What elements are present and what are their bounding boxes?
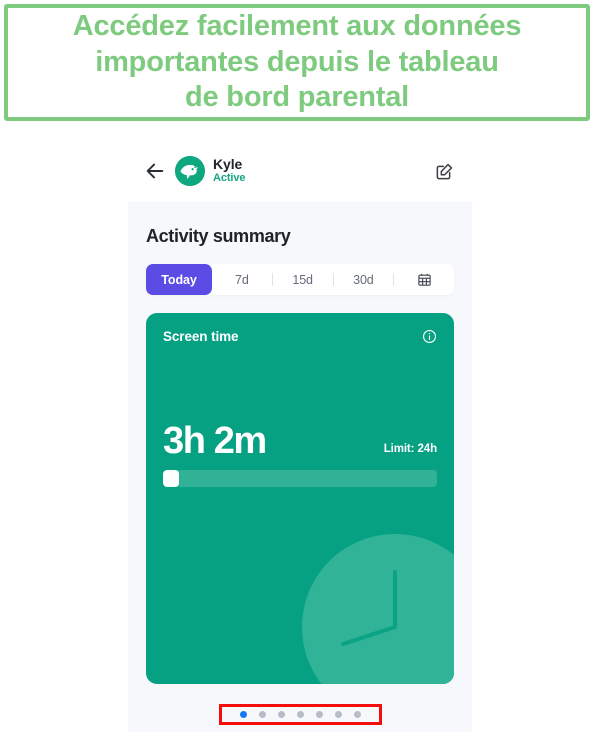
- range-selector[interactable]: Today 7d 15d 30d: [146, 264, 454, 295]
- app-header: Kyle Active: [128, 140, 472, 202]
- phone-screenshot: Kyle Active Activity summary Today 7d 15…: [128, 140, 472, 732]
- pagination-dot[interactable]: [353, 711, 361, 718]
- page-title: Activity summary: [146, 226, 291, 246]
- pagination-dot[interactable]: [277, 711, 285, 718]
- pagination-dot[interactable]: [258, 711, 266, 718]
- range-option-7d[interactable]: 7d: [212, 264, 272, 295]
- calendar-icon[interactable]: [417, 272, 432, 287]
- clock-decoration-icon: [302, 534, 454, 684]
- edit-pencil-icon[interactable]: [435, 162, 454, 181]
- info-circle-icon[interactable]: [422, 329, 437, 344]
- child-info: Kyle Active: [213, 156, 246, 185]
- app-body: Activity summary Today 7d 15d 30d Screen…: [128, 202, 472, 732]
- range-option-15d[interactable]: 15d: [273, 264, 333, 295]
- screen-time-values: 3h 2m Limit: 24h: [163, 422, 437, 460]
- screen-time-title: Screen time: [163, 329, 239, 344]
- screen-time-card[interactable]: Screen time 3h 2m Limit: 24h: [146, 313, 454, 684]
- promo-banner-text: Accédez facilement aux données important…: [72, 10, 522, 114]
- child-status: Active: [213, 172, 246, 185]
- pagination-dot[interactable]: [334, 711, 342, 718]
- pagination-dot[interactable]: [239, 711, 247, 718]
- child-avatar-logo: [175, 156, 205, 186]
- back-arrow-icon[interactable]: [144, 160, 166, 182]
- pagination-dot[interactable]: [296, 711, 304, 718]
- range-option-today[interactable]: Today: [146, 264, 212, 295]
- child-name: Kyle: [213, 156, 243, 172]
- range-option-calendar[interactable]: [394, 264, 454, 295]
- screen-time-progress-bar: [163, 470, 437, 487]
- pagination: [128, 704, 472, 725]
- screen-time-limit: Limit: 24h: [383, 443, 437, 455]
- screen-time-progress-fill: [163, 470, 180, 487]
- range-option-30d[interactable]: 30d: [334, 264, 394, 295]
- pagination-dot[interactable]: [315, 711, 323, 718]
- screen-time-value: 3h 2m: [163, 420, 267, 462]
- pagination-highlight-box: [218, 704, 382, 725]
- screen-time-card-header: Screen time: [163, 329, 437, 344]
- promo-banner: Accédez facilement aux données important…: [4, 4, 590, 121]
